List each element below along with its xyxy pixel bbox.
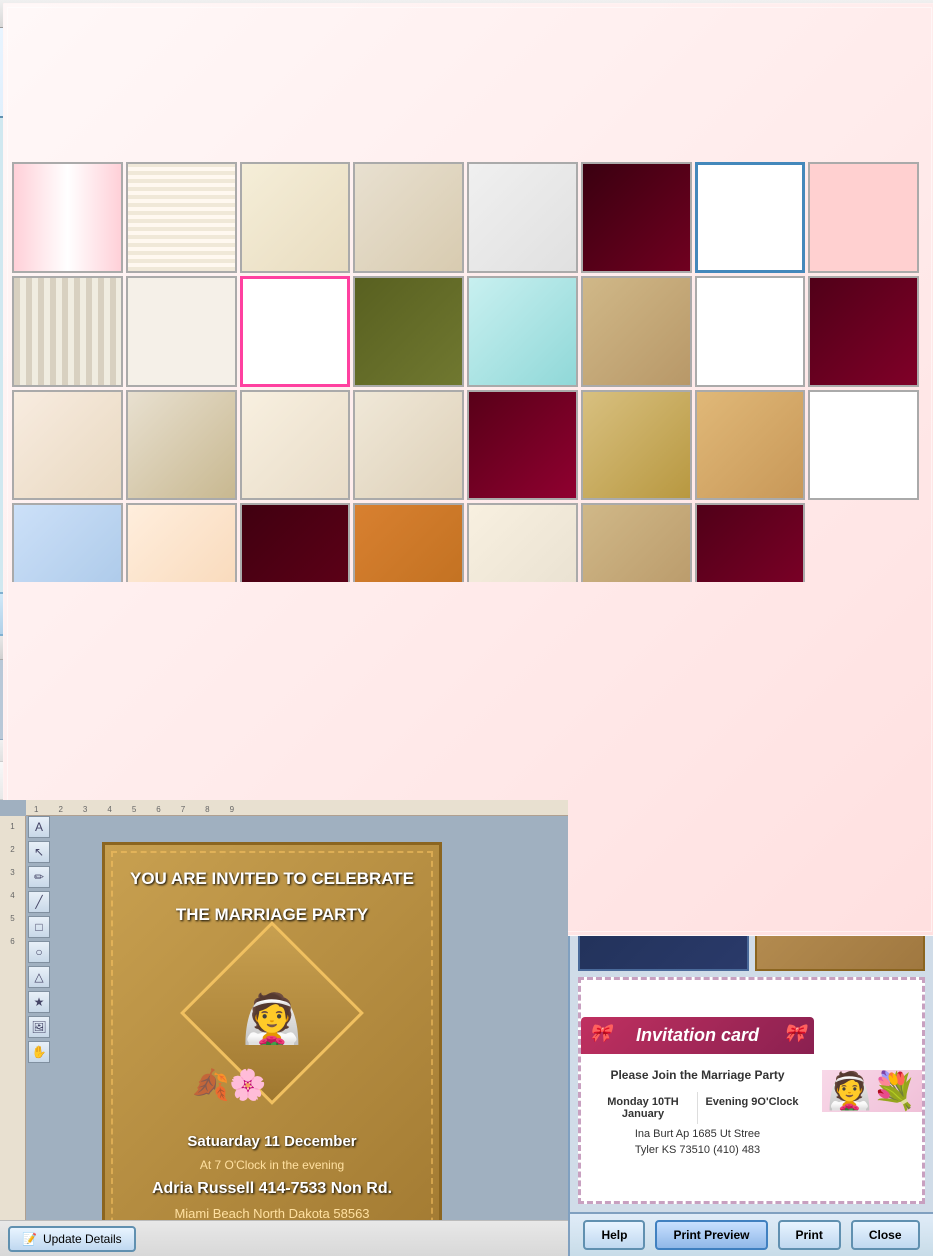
card-date: Satuarday 11 December [187,1133,356,1150]
pc3-date-col: Monday 10TH January [589,1092,698,1124]
design-thumb-12[interactable] [240,276,351,387]
preview-help-button[interactable]: Help [583,1220,645,1250]
design-thumb-6[interactable] [467,162,578,273]
editor-bottom: 📝 Update Details [0,1220,568,1256]
print-preview-label: Print Preview [673,1228,749,1242]
design-thumb-17[interactable] [808,276,919,387]
ruler-mark-8: 8 [205,805,209,814]
ellipse-tool[interactable]: ○ [28,941,50,963]
card-title-line1: YOU ARE INVITED TO CELEBRATE [130,869,414,889]
ruler-v-5: 5 [10,914,14,923]
line-tool[interactable]: ╱ [28,891,50,913]
update-label: Update Details [43,1232,122,1246]
invitation-card-canvas: YOU ARE INVITED TO CELEBRATE THE MARRIAG… [102,842,442,1220]
design-thumb-31[interactable] [581,503,692,582]
pc3-time-col: Evening 9O'Clock [698,1092,806,1124]
ruler-mark-9: 9 [230,805,234,814]
ruler-mark-7: 7 [181,805,185,814]
design-thumb-14[interactable] [467,276,578,387]
design-grid [12,162,921,582]
design-thumb-22[interactable] [467,390,578,501]
design-thumb-27[interactable] [126,503,237,582]
design-thumb-25[interactable] [808,390,919,501]
design-thumb-3[interactable] [126,162,237,273]
design-thumb-28[interactable] [240,503,351,582]
design-panel: Select Your Design! [6,122,927,588]
preview-card-3[interactable]: Invitation card Please Join the Marriage… [578,977,925,1204]
close-action-button[interactable]: Close [851,1220,920,1250]
ruler-v-2: 2 [10,845,14,854]
canvas-area: 1 2 3 4 5 6 7 8 9 1 2 3 4 5 6 A [0,800,568,1220]
pc3-banner-text: Invitation card [636,1025,759,1045]
design-thumb-4[interactable] [240,162,351,273]
preview-help-label: Help [601,1228,627,1242]
ruler-v-4: 4 [10,891,14,900]
star-tool[interactable]: ★ [28,991,50,1013]
triangle-tool[interactable]: △ [28,966,50,988]
design-thumb-15[interactable] [581,276,692,387]
design-thumb-5[interactable] [353,162,464,273]
close-action-label: Close [869,1228,902,1242]
design-thumb-24[interactable] [695,390,806,501]
card-time: At 7 O'Clock in the evening [200,1158,344,1172]
design-thumb-32[interactable] [695,503,806,582]
pc3-bride-icon: 👰💐 [827,1070,917,1112]
action-bar: Help Print Preview Print Close [570,1212,933,1256]
design-thumb-23[interactable] [581,390,692,501]
pencil-tool[interactable]: ✏ [28,866,50,888]
card-address: Miami Beach North Dakota 58563 [174,1206,369,1220]
update-details-button[interactable]: 📝 Update Details [8,1226,136,1252]
design-thumb-18[interactable] [12,390,123,501]
design-thumb-21[interactable] [353,390,464,501]
image-tool[interactable]: 🖼 [28,1016,50,1038]
pc3-time-label: Evening 9O'Clock [702,1096,802,1108]
design-thumb-26[interactable] [12,503,123,582]
pc3-name: Ina Burt Ap 1685 Ut Stree [589,1128,806,1140]
design-thumb-13[interactable] [353,276,464,387]
pc3-banner: Invitation card [581,1017,814,1054]
design-thumb-19[interactable] [126,390,237,501]
couple-illustration: 👰 🍂🌸 [192,933,352,1093]
pc3-date-label: Monday 10TH January [593,1096,693,1120]
update-icon: 📝 [22,1232,37,1246]
print-button[interactable]: Print [778,1220,841,1250]
ruler-v-6: 6 [10,937,14,946]
ruler-mark-1: 1 [34,805,38,814]
ruler-v-3: 3 [10,868,14,877]
select-tool[interactable]: ↖ [28,841,50,863]
design-thumb-10[interactable] [12,276,123,387]
pc3-details: Monday 10TH January Evening 9O'Clock [589,1092,806,1124]
print-label: Print [796,1228,823,1242]
design-thumb-9[interactable] [808,162,919,273]
design-thumb-29[interactable] [353,503,464,582]
rect-tool[interactable]: □ [28,916,50,938]
ruler-mark-2: 2 [58,805,62,814]
pc3-subtitle: Please Join the Marriage Party [589,1068,806,1082]
left-tools: A ↖ ✏ ╱ □ ○ △ ★ 🖼 ✋ [28,816,50,1063]
design-thumb-7[interactable] [581,162,692,273]
design-thumb-11[interactable] [126,276,237,387]
card-name: Adria Russell 414-7533 Non Rd. [152,1180,392,1198]
design-thumb-16[interactable] [695,276,806,387]
ruler-mark-3: 3 [83,805,87,814]
design-thumb-2[interactable] [12,162,123,273]
design-thumb-30[interactable] [467,503,578,582]
move-tool[interactable]: ✋ [28,1041,50,1063]
print-preview-button[interactable]: Print Preview [655,1220,767,1250]
ruler-v-1: 1 [10,822,14,831]
text-tool[interactable]: A [28,816,50,838]
ruler-mark-4: 4 [107,805,111,814]
ruler-mark-6: 6 [156,805,160,814]
pc3-address: Tyler KS 73510 (410) 483 [589,1144,806,1156]
design-thumb-20[interactable] [240,390,351,501]
design-thumb-8[interactable] [695,162,806,273]
ruler-mark-5: 5 [132,805,136,814]
